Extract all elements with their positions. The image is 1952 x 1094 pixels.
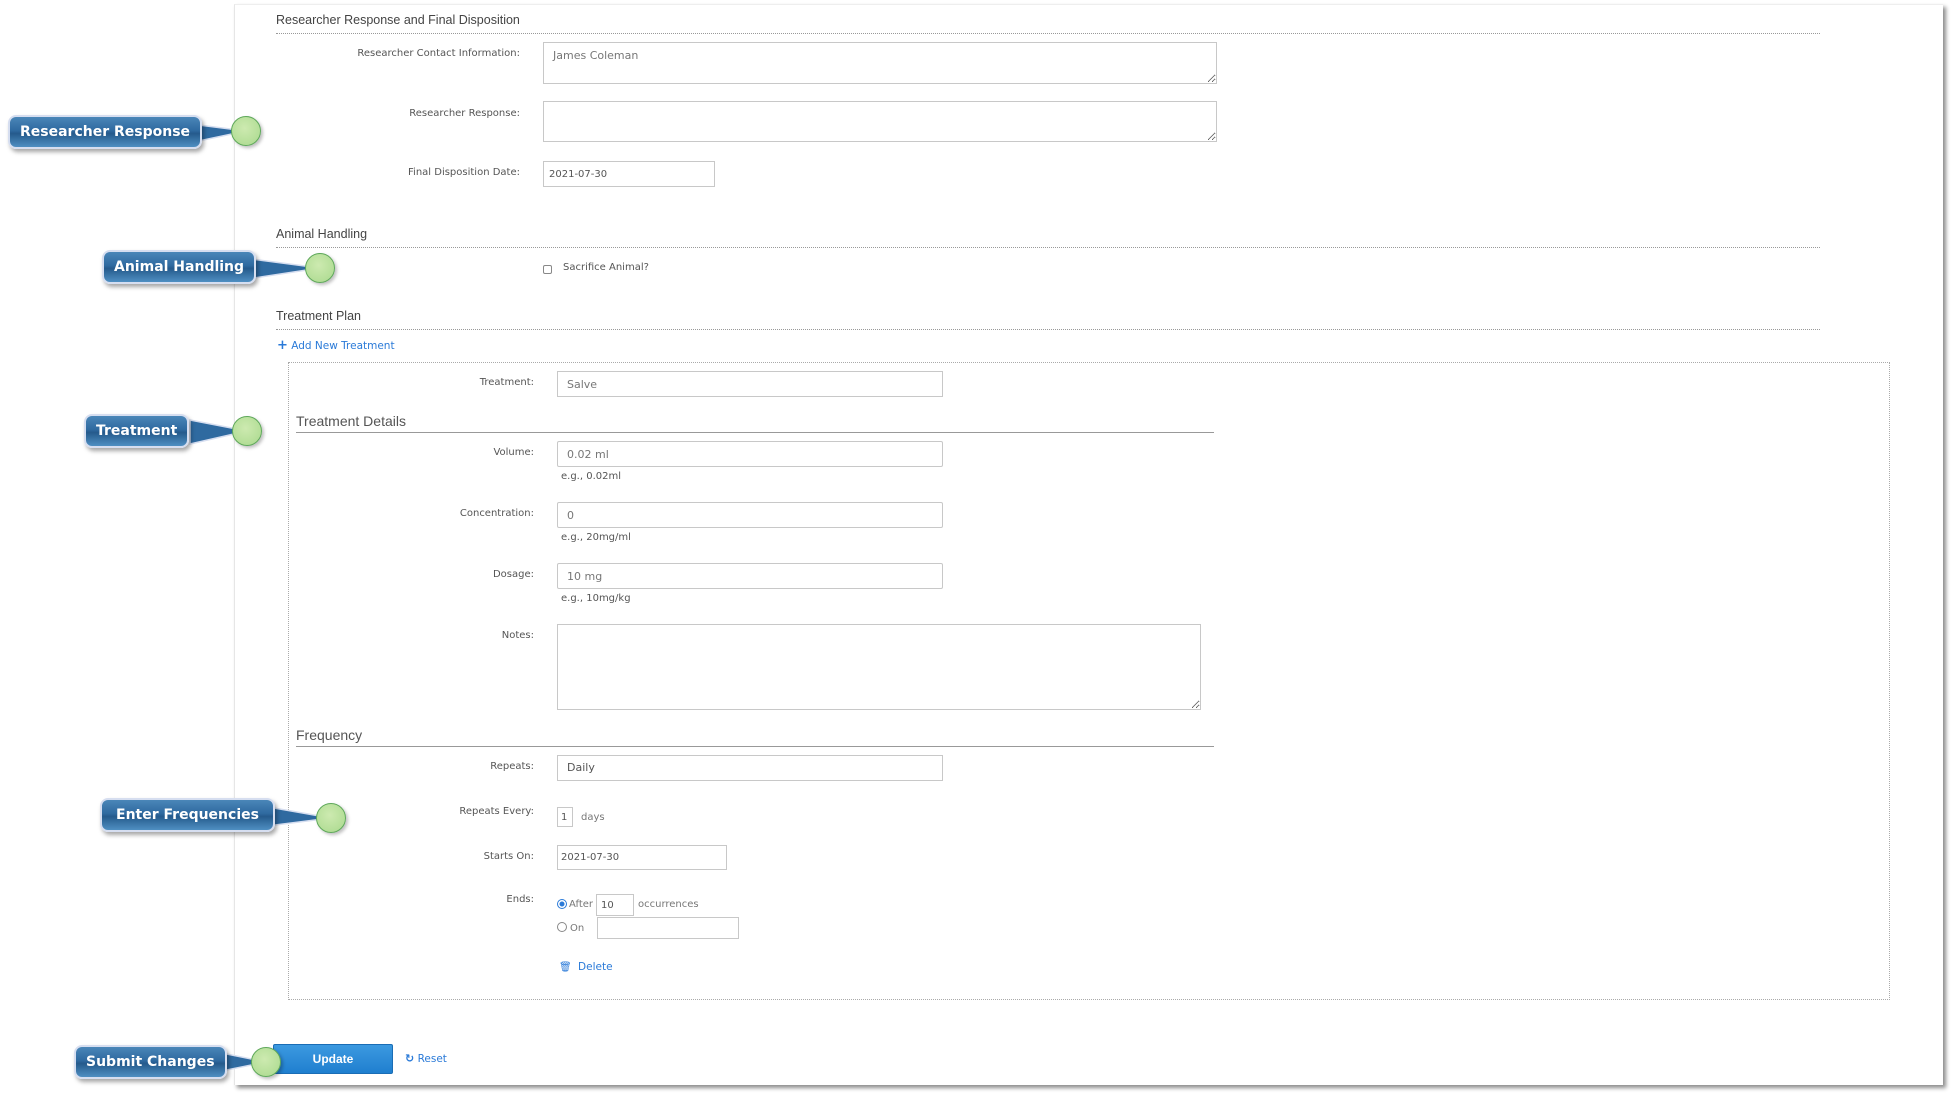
marker-enter-frequencies — [316, 803, 346, 833]
callout-researcher-response: Researcher Response — [8, 115, 203, 149]
callout-tails — [174, 121, 332, 1075]
callout-submit-changes: Submit Changes — [74, 1045, 227, 1079]
callout-treatment: Treatment — [84, 414, 190, 448]
callout-enter-frequencies: Enter Frequencies — [100, 798, 275, 832]
marker-researcher-response — [231, 116, 261, 146]
marker-treatment — [232, 416, 262, 446]
callout-animal-handling: Animal Handling — [102, 250, 257, 284]
marker-animal-handling — [305, 253, 335, 283]
marker-submit-changes — [251, 1047, 281, 1077]
